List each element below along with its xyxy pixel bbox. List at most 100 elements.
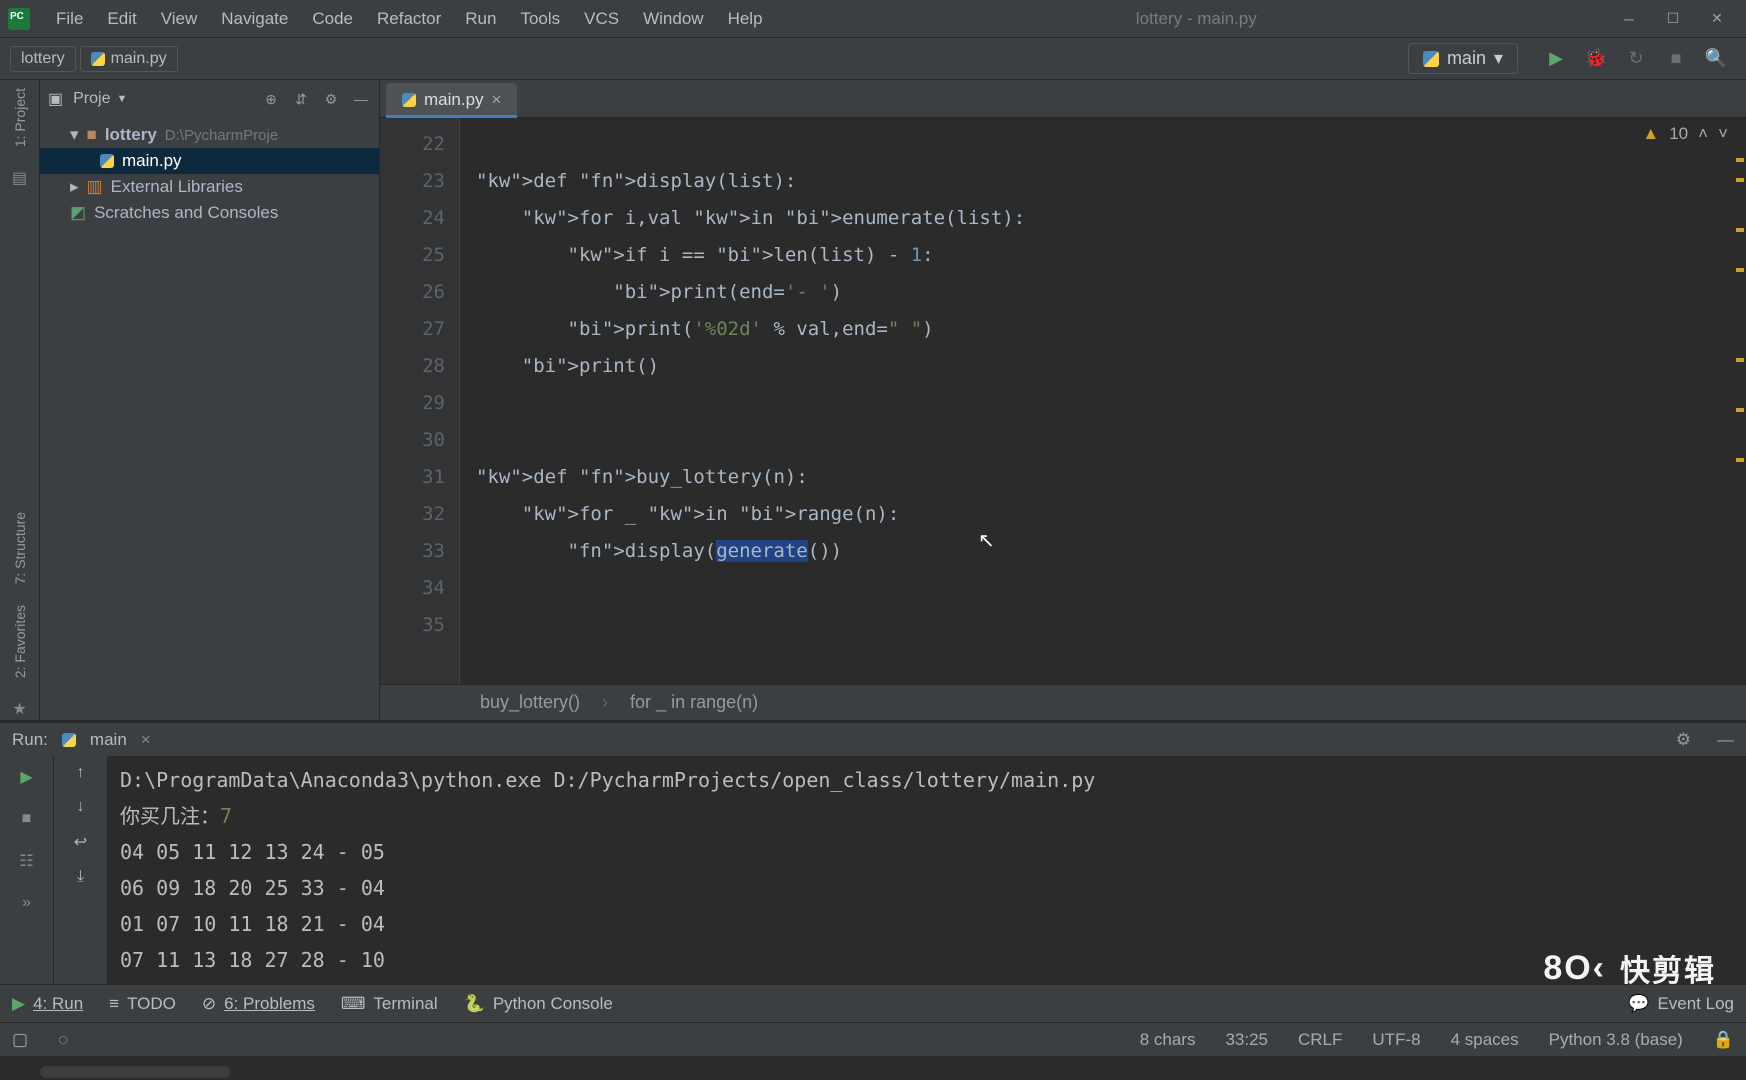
menu-window[interactable]: Window (631, 5, 715, 33)
gear-icon[interactable]: ⚙ (1676, 730, 1691, 750)
crumb-loop[interactable]: for _ in range(n) (630, 692, 758, 713)
tree-scratches[interactable]: ◩ Scratches and Consoles (40, 200, 379, 226)
scroll-to-end-icon[interactable]: ⤓ (77, 868, 84, 886)
breadcrumb-file[interactable]: main.py (80, 46, 178, 72)
python-file-icon (91, 52, 105, 66)
watermark: 8O‹ 快剪辑 (1543, 946, 1716, 990)
rerun-button[interactable]: ▶ (14, 764, 40, 790)
menu-vcs[interactable]: VCS (572, 5, 631, 33)
chevron-down-icon: ▾ (1494, 48, 1503, 69)
expand-all-icon[interactable]: ⇵ (291, 89, 311, 109)
lock-icon[interactable]: 🔒 (1713, 1030, 1734, 1050)
stop-run-button[interactable]: ■ (14, 806, 40, 832)
error-stripe[interactable] (1732, 118, 1746, 684)
pycharm-icon (8, 8, 30, 30)
status-position[interactable]: 33:25 (1225, 1030, 1268, 1050)
run-config-name[interactable]: main (90, 730, 127, 750)
maximize-icon[interactable]: ☐ (1662, 8, 1684, 30)
sidebar-structure[interactable]: 7: Structure (12, 512, 28, 584)
run-button[interactable]: ▶ (1542, 45, 1570, 73)
tree-external-libraries[interactable]: ▸ ▥ External Libraries (40, 174, 379, 200)
close-icon[interactable]: ✕ (1706, 8, 1728, 30)
close-tab-icon[interactable]: × (492, 90, 502, 110)
tree-scratches-label: Scratches and Consoles (94, 203, 278, 223)
bottom-problems[interactable]: ⊘6: Problems (202, 994, 315, 1014)
folder-icon[interactable]: ▤ (9, 167, 31, 189)
project-tree[interactable]: ▾ ■ lottery D:\PycharmProje main.py ▸ ▥ … (40, 118, 379, 230)
menu-edit[interactable]: Edit (95, 5, 148, 33)
breadcrumb-file-label: main.py (111, 50, 167, 68)
hide-run-icon[interactable]: — (1717, 730, 1734, 750)
run-config-label: main (1447, 48, 1486, 69)
bottom-terminal[interactable]: ⌨Terminal (341, 994, 438, 1014)
tree-root[interactable]: ▾ ■ lottery D:\PycharmProje (40, 122, 379, 148)
crumb-function[interactable]: buy_lottery() (480, 692, 580, 713)
tool-windows-icon[interactable]: ▢ (12, 1030, 28, 1050)
soft-wrap-icon[interactable]: ↩ (74, 832, 87, 852)
status-interpreter[interactable]: Python 3.8 (base) (1549, 1030, 1683, 1050)
editor-tab-main[interactable]: main.py × (386, 83, 517, 117)
up-icon[interactable]: ↑ (77, 764, 85, 782)
window-title: lottery - main.py (775, 9, 1618, 29)
stop-button[interactable]: ■ (1662, 45, 1690, 73)
project-tool-window: ▣ Proje▼ ⊕ ⇵ ⚙ — ▾ ■ lottery D:\PycharmP… (40, 80, 380, 720)
tree-file-label: main.py (122, 151, 182, 171)
event-log[interactable]: 💬Event Log (1628, 994, 1734, 1014)
menu-run[interactable]: Run (453, 5, 508, 33)
menu-view[interactable]: View (149, 5, 210, 33)
editor-body[interactable]: 22 23 24 25 26 27 28 29 30 31 32 33 34 3… (380, 118, 1746, 684)
debug-button[interactable]: 🐞 (1582, 45, 1610, 73)
bottom-tool-stripe: ▶4: Run ≡TODO ⊘6: Problems ⌨Terminal 🐍Py… (0, 984, 1746, 1022)
layout-icon[interactable]: ☷ (14, 848, 40, 874)
menu-tools[interactable]: Tools (508, 5, 572, 33)
bookmark-icon[interactable]: ★ (9, 698, 31, 720)
project-title[interactable]: Proje▼ (73, 90, 127, 108)
inspections-count: 10 (1669, 124, 1688, 144)
bottom-python-console[interactable]: 🐍Python Console (464, 994, 613, 1014)
menu-navigate[interactable]: Navigate (209, 5, 300, 33)
run-config-selector[interactable]: main ▾ (1408, 43, 1518, 74)
python-file-icon (402, 93, 416, 107)
menu-refactor[interactable]: Refactor (365, 5, 453, 33)
bottom-todo[interactable]: ≡TODO (109, 994, 176, 1014)
menu-file[interactable]: File (44, 5, 95, 33)
down-icon[interactable]: ↓ (77, 798, 85, 816)
status-encoding[interactable]: UTF-8 (1372, 1030, 1420, 1050)
status-line-ending[interactable]: CRLF (1298, 1030, 1342, 1050)
run-toolbar-left: ▶ ■ ☷ » (0, 756, 54, 984)
run-coverage-button[interactable]: ↻ (1622, 45, 1650, 73)
inspections-widget[interactable]: ▲ 10 ˄ ˅ (1642, 124, 1728, 144)
tree-root-path: D:\PycharmProje (165, 127, 278, 144)
breadcrumb-root[interactable]: lottery (10, 46, 76, 72)
run-label: Run: (12, 730, 48, 750)
select-opened-file-icon[interactable]: ⊕ (261, 89, 281, 109)
play-icon: ▶ (12, 994, 25, 1014)
chevron-up-icon[interactable]: ˄ (1698, 124, 1708, 144)
more-icon[interactable]: » (14, 890, 40, 916)
menu-code[interactable]: Code (300, 5, 365, 33)
run-console[interactable]: D:\ProgramData\Anaconda3\python.exe D:/P… (108, 756, 1746, 984)
tree-root-label: lottery (105, 125, 157, 145)
watermark-text: 快剪辑 (1620, 946, 1716, 990)
sidebar-favorites[interactable]: 2: Favorites (12, 605, 28, 678)
gear-icon[interactable]: ⚙ (321, 89, 341, 109)
editor-tabs: main.py × (380, 80, 1746, 118)
python-icon (62, 733, 76, 747)
tree-file-main[interactable]: main.py (40, 148, 379, 174)
menu-help[interactable]: Help (716, 5, 775, 33)
navigation-bar: lottery main.py main ▾ ▶ 🐞 ↻ ■ 🔍 (0, 38, 1746, 80)
chevron-down-icon[interactable]: ˅ (1718, 124, 1728, 144)
sidebar-project[interactable]: 1: Project (12, 88, 28, 147)
mouse-cursor-icon: ↖ (978, 528, 995, 553)
bottom-run[interactable]: ▶4: Run (12, 994, 83, 1014)
close-run-tab-icon[interactable]: × (141, 730, 151, 750)
code-area[interactable]: "kw">def "fn">display(list): "kw">for i,… (460, 118, 1746, 684)
status-indent[interactable]: 4 spaces (1451, 1030, 1519, 1050)
line-gutter: 22 23 24 25 26 27 28 29 30 31 32 33 34 3… (380, 118, 460, 684)
minimize-icon[interactable]: ─ (1618, 8, 1640, 30)
horizontal-scrollbar[interactable] (40, 1066, 230, 1078)
hide-icon[interactable]: — (351, 89, 371, 109)
status-chars: 8 chars (1140, 1030, 1196, 1050)
python-file-icon (100, 154, 114, 168)
search-everywhere-button[interactable]: 🔍 (1702, 45, 1730, 73)
